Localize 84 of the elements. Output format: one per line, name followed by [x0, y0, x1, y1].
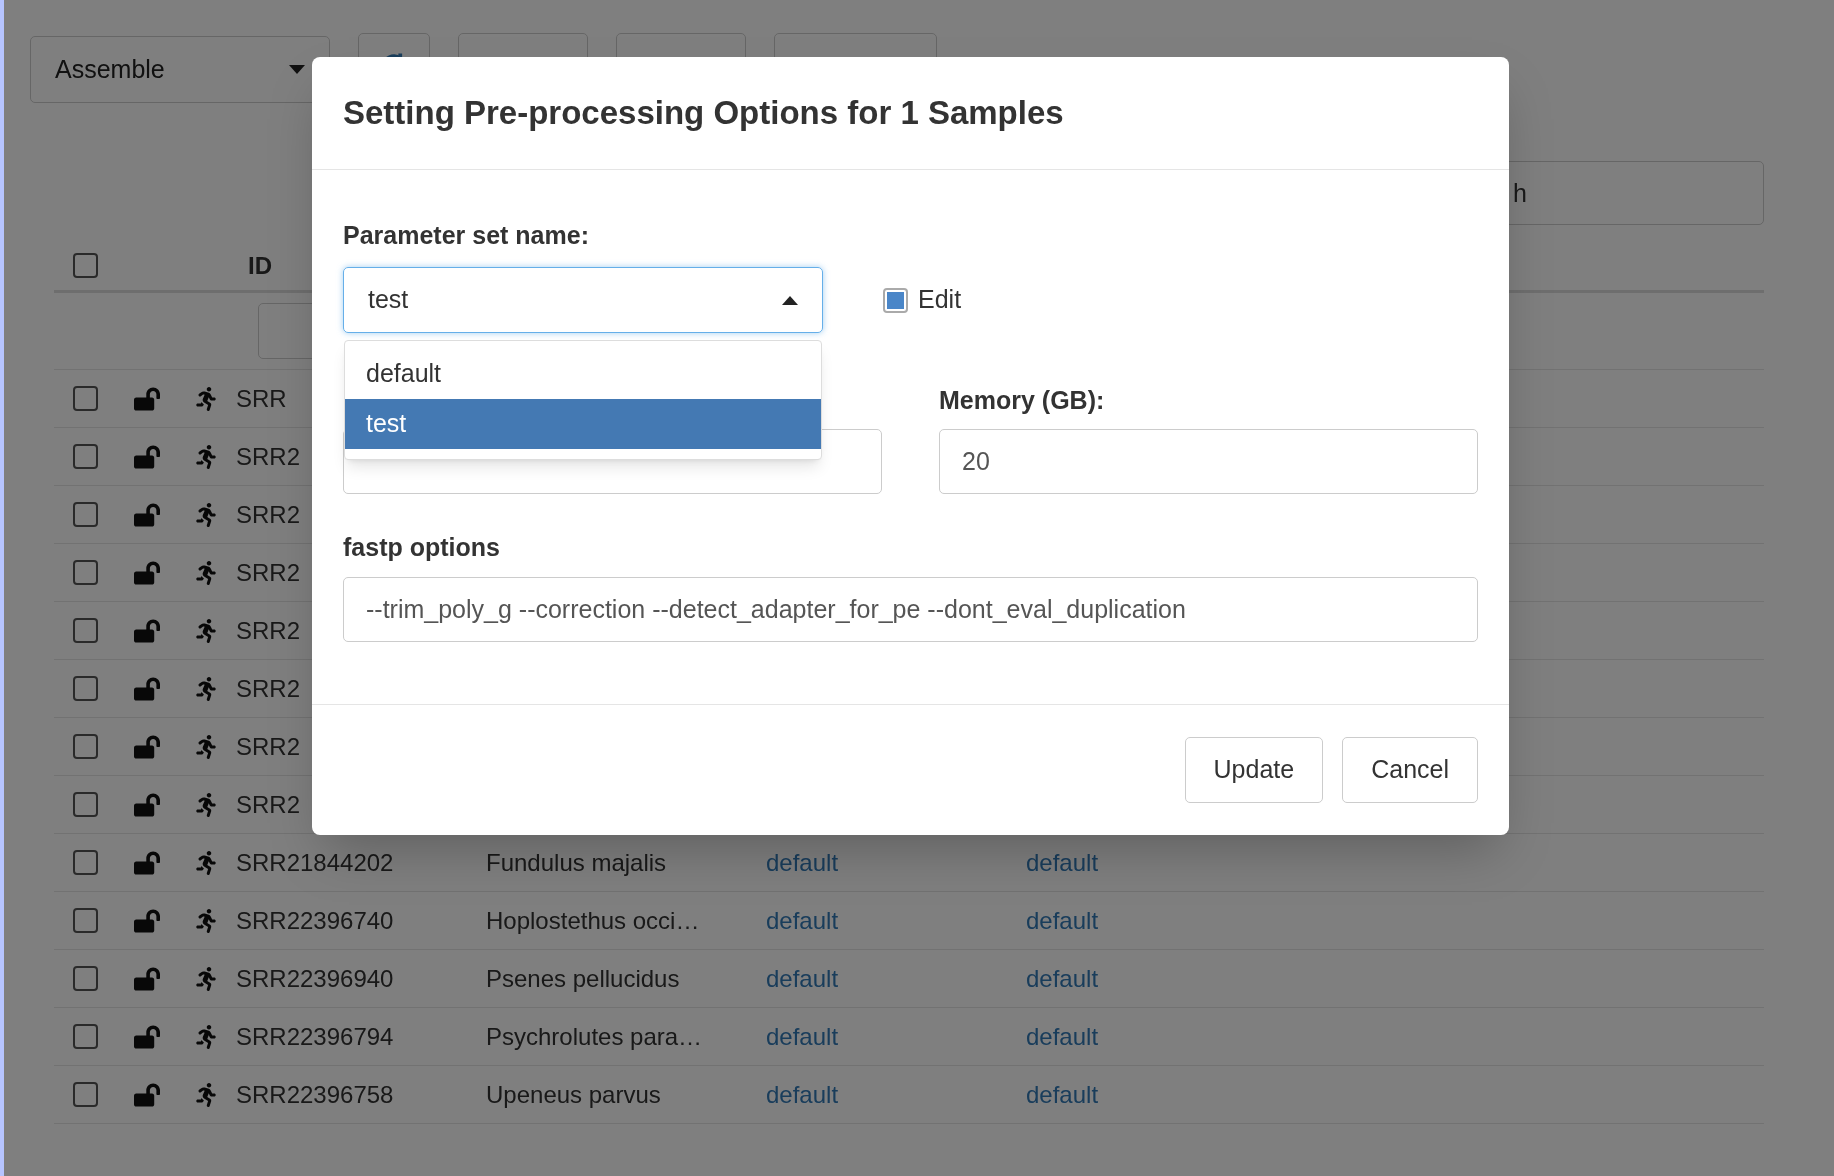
table-link[interactable]: default: [766, 906, 839, 934]
caret-icon: [289, 65, 305, 74]
table-cell: SRR2: [236, 674, 301, 702]
table-cell: SRR22396794: [236, 1022, 394, 1050]
runner-icon[interactable]: [194, 908, 218, 933]
unlock-icon[interactable]: [134, 617, 160, 644]
table-link[interactable]: default: [766, 964, 839, 992]
checkbox[interactable]: [72, 618, 98, 643]
table-link[interactable]: default: [1026, 964, 1099, 992]
table-link[interactable]: default: [766, 1022, 839, 1050]
runner-icon[interactable]: [194, 792, 218, 817]
memory-field[interactable]: 20: [939, 429, 1478, 494]
column-header[interactable]: ID: [246, 247, 272, 284]
runner-icon[interactable]: [194, 966, 218, 991]
unlock-icon[interactable]: [134, 1023, 160, 1050]
runner-icon[interactable]: [194, 560, 218, 585]
checkbox[interactable]: [72, 792, 98, 817]
field-label: fastp options: [343, 532, 501, 562]
table-cell: SRR2: [236, 442, 301, 470]
checkbox[interactable]: [883, 287, 908, 313]
unlock-icon[interactable]: [134, 791, 160, 818]
field-label: Memory (GB):: [939, 385, 1106, 415]
checkbox[interactable]: [72, 966, 98, 991]
unlock-icon[interactable]: [134, 849, 160, 876]
field-label: Parameter set name:: [343, 220, 590, 250]
table-cell: SRR22396758: [236, 1080, 394, 1108]
runner-icon[interactable]: [194, 618, 218, 643]
runner-icon[interactable]: [194, 502, 218, 527]
table-cell: SRR2: [236, 500, 301, 528]
checkbox[interactable]: [72, 444, 98, 469]
runner-icon[interactable]: [194, 386, 218, 411]
table-cell: SRR2: [236, 616, 301, 644]
checkbox[interactable]: [72, 850, 98, 875]
table-link[interactable]: default: [766, 1080, 839, 1108]
dropdown-option[interactable]: test: [345, 399, 821, 449]
table-link[interactable]: default: [1026, 1022, 1099, 1050]
table-cell: Upeneus parvus: [486, 1080, 661, 1108]
fastp-options-field[interactable]: --trim_poly_g --correction --detect_adapter_for_pe --dont_eval_duplication: [343, 577, 1478, 642]
unlock-icon[interactable]: [134, 501, 160, 528]
table-link[interactable]: default: [766, 848, 839, 876]
table-link[interactable]: default: [1026, 848, 1099, 876]
unlock-icon[interactable]: [134, 907, 160, 934]
runner-icon[interactable]: [194, 444, 218, 469]
table-cell: SRR21844202: [236, 848, 394, 876]
unlock-icon[interactable]: [134, 733, 160, 760]
unlock-icon[interactable]: [134, 1081, 160, 1108]
dialog-button[interactable]: Update: [1184, 737, 1324, 803]
unlock-icon[interactable]: [134, 385, 160, 412]
checkbox[interactable]: [72, 1024, 98, 1049]
checkbox[interactable]: [72, 502, 98, 527]
checkbox[interactable]: [72, 676, 98, 701]
dialog-title: Setting Pre-processing Options for 1 Samples: [343, 93, 1064, 134]
checkbox[interactable]: [72, 908, 98, 933]
unlock-icon[interactable]: [134, 965, 160, 992]
parameter-set-select[interactable]: test: [343, 267, 823, 333]
table-cell: Psychrolutes para…: [486, 1022, 703, 1050]
table-link[interactable]: default: [1026, 906, 1099, 934]
runner-icon[interactable]: [194, 1024, 218, 1049]
runner-icon[interactable]: [194, 1082, 218, 1107]
checkbox[interactable]: [72, 560, 98, 585]
checkbox[interactable]: [72, 734, 98, 759]
dialog-button[interactable]: Cancel: [1342, 737, 1478, 803]
table-cell: Hoplostethus occi…: [486, 906, 700, 934]
checkbox[interactable]: [72, 253, 98, 278]
table-cell: SRR2: [236, 790, 301, 818]
runner-icon[interactable]: [194, 676, 218, 701]
table-cell: SRR22396940: [236, 964, 394, 992]
caret-icon: [782, 295, 798, 305]
table-cell: SRR2: [236, 558, 301, 586]
table-link[interactable]: default: [1026, 1080, 1099, 1108]
unlock-icon[interactable]: [134, 443, 160, 470]
unlock-icon[interactable]: [134, 675, 160, 702]
table-cell: Psenes pellucidus: [486, 964, 680, 992]
checkbox[interactable]: [72, 1082, 98, 1107]
table-cell: SRR: [236, 384, 287, 412]
edit-checkbox[interactable]: Edit: [883, 281, 962, 319]
table-cell: SRR22396740: [236, 906, 394, 934]
runner-icon[interactable]: [194, 850, 218, 875]
unlock-icon[interactable]: [134, 559, 160, 586]
table-cell: Fundulus majalis: [486, 848, 667, 876]
runner-icon[interactable]: [194, 734, 218, 759]
dropdown-option[interactable]: default: [345, 349, 821, 399]
checkbox[interactable]: [72, 386, 98, 411]
table-cell: SRR2: [236, 732, 301, 760]
